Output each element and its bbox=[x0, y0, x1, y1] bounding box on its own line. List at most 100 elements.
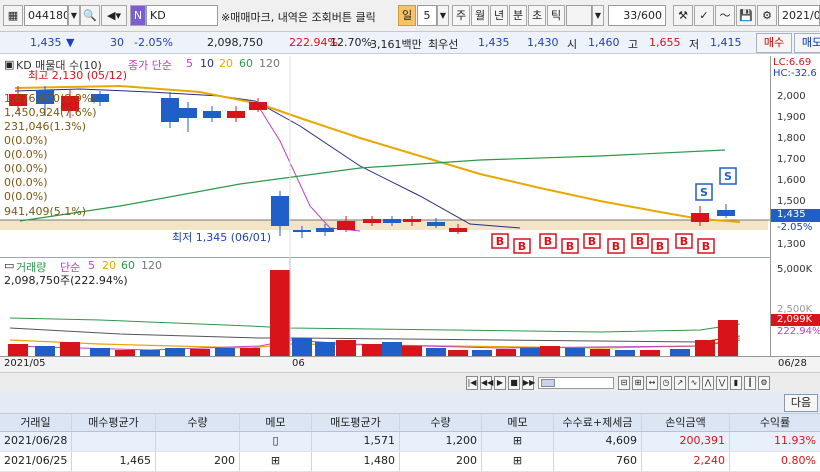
zoom-out-icon[interactable]: ⊟ bbox=[618, 376, 630, 390]
buy-qty bbox=[156, 432, 240, 451]
sell-button[interactable]: 매도 bbox=[794, 33, 820, 53]
candle bbox=[271, 196, 289, 226]
high-price: 1,655 bbox=[649, 36, 681, 49]
tools-icon[interactable]: ⚒ bbox=[673, 5, 693, 26]
price-tick: 1,500 bbox=[777, 196, 806, 207]
scroll-thumb[interactable] bbox=[541, 379, 555, 387]
gear-icon[interactable]: ⚙ bbox=[757, 5, 777, 26]
candle bbox=[161, 98, 179, 122]
table-row[interactable]: 2021/06/28 ▯ 1,571 1,200 ⊞ 4,609 200,391… bbox=[0, 432, 820, 452]
table-header: 거래일 매수평균가 수량 메모 매도평균가 수량 메모 수수료+제세금 손익금액… bbox=[0, 414, 820, 432]
period-value-input[interactable]: 5 bbox=[417, 5, 437, 26]
pattern-icon[interactable]: ⋁ bbox=[716, 376, 728, 390]
ma60-line bbox=[19, 149, 726, 222]
volume-bar bbox=[215, 348, 235, 356]
sell-marker-label: S bbox=[724, 170, 732, 183]
tick-dropdown-icon[interactable]: ▼ bbox=[592, 5, 604, 26]
buy-button[interactable]: 매수 bbox=[756, 33, 792, 53]
play-back-icon[interactable]: ▶ bbox=[494, 376, 506, 390]
date-right: 06/28 bbox=[778, 358, 807, 369]
date-field[interactable]: 2021/06/28 bbox=[778, 5, 820, 26]
volume-ma-60: 60 bbox=[121, 259, 135, 272]
candle bbox=[293, 230, 311, 232]
volume-bar bbox=[695, 340, 715, 356]
current-volume-tag: 2,099K bbox=[771, 314, 820, 326]
code-dropdown-icon[interactable]: ▼ bbox=[68, 5, 80, 26]
stock-code-input[interactable]: 044180 bbox=[24, 5, 68, 26]
line-chart-icon[interactable]: 〜 bbox=[715, 5, 735, 26]
col-header[interactable]: 수익률 bbox=[730, 414, 820, 431]
volume-ma-5: 5 bbox=[88, 259, 95, 272]
tab-tick[interactable]: 틱 bbox=[547, 5, 565, 26]
volume-bar bbox=[165, 348, 185, 356]
chart-check-icon[interactable]: ✓ bbox=[694, 5, 714, 26]
col-header[interactable]: 수량 bbox=[400, 414, 482, 431]
volume-bar bbox=[540, 346, 560, 356]
stop-icon[interactable]: ■ bbox=[508, 376, 520, 390]
buy-marker-label: B bbox=[588, 235, 596, 248]
tick-value-input[interactable] bbox=[566, 5, 592, 26]
volume-bar bbox=[35, 346, 55, 356]
rewind-icon[interactable]: ◀◀ bbox=[480, 376, 493, 390]
first-icon[interactable]: |◀ bbox=[466, 376, 478, 390]
zoom-in-icon[interactable]: ⊞ bbox=[632, 376, 644, 390]
price-ma-5: 5 bbox=[186, 57, 193, 70]
open-price: 1,460 bbox=[588, 36, 620, 49]
col-header[interactable]: 손익금액 bbox=[642, 414, 730, 431]
settings-icon[interactable]: ⚙ bbox=[758, 376, 770, 390]
low-label: 저 bbox=[689, 38, 700, 51]
next-button[interactable]: 다음 bbox=[784, 394, 818, 412]
col-header[interactable]: 수량 bbox=[156, 414, 240, 431]
tab-week[interactable]: 주 bbox=[452, 5, 470, 26]
peak-icon[interactable]: ⋀ bbox=[702, 376, 714, 390]
col-header[interactable]: 매도평균가 bbox=[312, 414, 400, 431]
tab-minute[interactable]: 분 bbox=[509, 5, 527, 26]
buy-marker-label: B bbox=[680, 235, 688, 248]
speaker-icon[interactable]: ◀▾ bbox=[101, 5, 127, 26]
buy-marker-label: B bbox=[566, 240, 574, 253]
col-header[interactable]: 수수료+제세금 bbox=[554, 414, 642, 431]
memo-icon[interactable]: ▯ bbox=[240, 432, 312, 451]
save-icon[interactable]: 💾 bbox=[736, 5, 756, 26]
current-price: 1,435 bbox=[30, 36, 62, 49]
memo-add-icon[interactable]: ⊞ bbox=[240, 452, 312, 471]
profit-amount: 200,391 bbox=[642, 432, 730, 451]
bars-icon[interactable]: ▮ bbox=[730, 376, 742, 390]
fit-icon[interactable]: ↔ bbox=[646, 376, 658, 390]
trend-icon[interactable]: ↗ bbox=[674, 376, 686, 390]
stock-name-field[interactable]: KD bbox=[146, 5, 218, 26]
buy-marker-label: B bbox=[612, 240, 620, 253]
buy-avg-price: 1,465 bbox=[72, 452, 156, 471]
tab-year[interactable]: 년 bbox=[490, 5, 508, 26]
volume-ma60 bbox=[9, 317, 741, 333]
scroll-track[interactable] bbox=[538, 377, 614, 389]
volume-bar bbox=[402, 346, 422, 356]
period-day-button[interactable]: 일 bbox=[398, 5, 416, 26]
wave-icon[interactable]: ∿ bbox=[688, 376, 700, 390]
profit-amount: 2,240 bbox=[642, 452, 730, 471]
forward-icon[interactable]: ▶▶ bbox=[522, 376, 535, 390]
vp-row: 0(0.0%) bbox=[4, 148, 48, 161]
chart-toggle-icon[interactable]: ▣ bbox=[4, 58, 14, 71]
tab-month[interactable]: 월 bbox=[471, 5, 489, 26]
col-header[interactable]: 메모 bbox=[240, 414, 312, 431]
data-count-field[interactable]: 33/600 bbox=[608, 5, 666, 26]
tab-second[interactable]: 초 bbox=[528, 5, 546, 26]
col-header[interactable]: 메모 bbox=[482, 414, 554, 431]
history-icon[interactable]: ◷ bbox=[660, 376, 672, 390]
grid-icon[interactable]: ▦ bbox=[3, 5, 23, 26]
volume-bar bbox=[520, 348, 540, 356]
candle bbox=[403, 219, 421, 222]
price-chart-panel[interactable]: BBBBBBBBBBSS ▣ KD 매물대 수(10) 종가 단순 5 10 2… bbox=[0, 56, 770, 258]
volume-chart-panel[interactable]: ▭ 거래량 단순 5 20 60 120 2,098,750주(222.94%) bbox=[0, 258, 770, 356]
trade-date: 2021/06/28 bbox=[0, 432, 72, 451]
memo-add-icon[interactable]: ⊞ bbox=[482, 452, 554, 471]
candle-icon[interactable]: ┃ bbox=[744, 376, 756, 390]
table-row[interactable]: 2021/06/25 1,465 200 ⊞ 1,480 200 ⊞ 760 2… bbox=[0, 452, 820, 472]
col-header[interactable]: 매수평균가 bbox=[72, 414, 156, 431]
col-header[interactable]: 거래일 bbox=[0, 414, 72, 431]
volume-toggle-icon[interactable]: ▭ bbox=[4, 259, 14, 272]
search-icon[interactable]: 🔍 bbox=[80, 5, 100, 26]
memo-add-icon[interactable]: ⊞ bbox=[482, 432, 554, 451]
period-dropdown-icon[interactable]: ▼ bbox=[437, 5, 449, 26]
